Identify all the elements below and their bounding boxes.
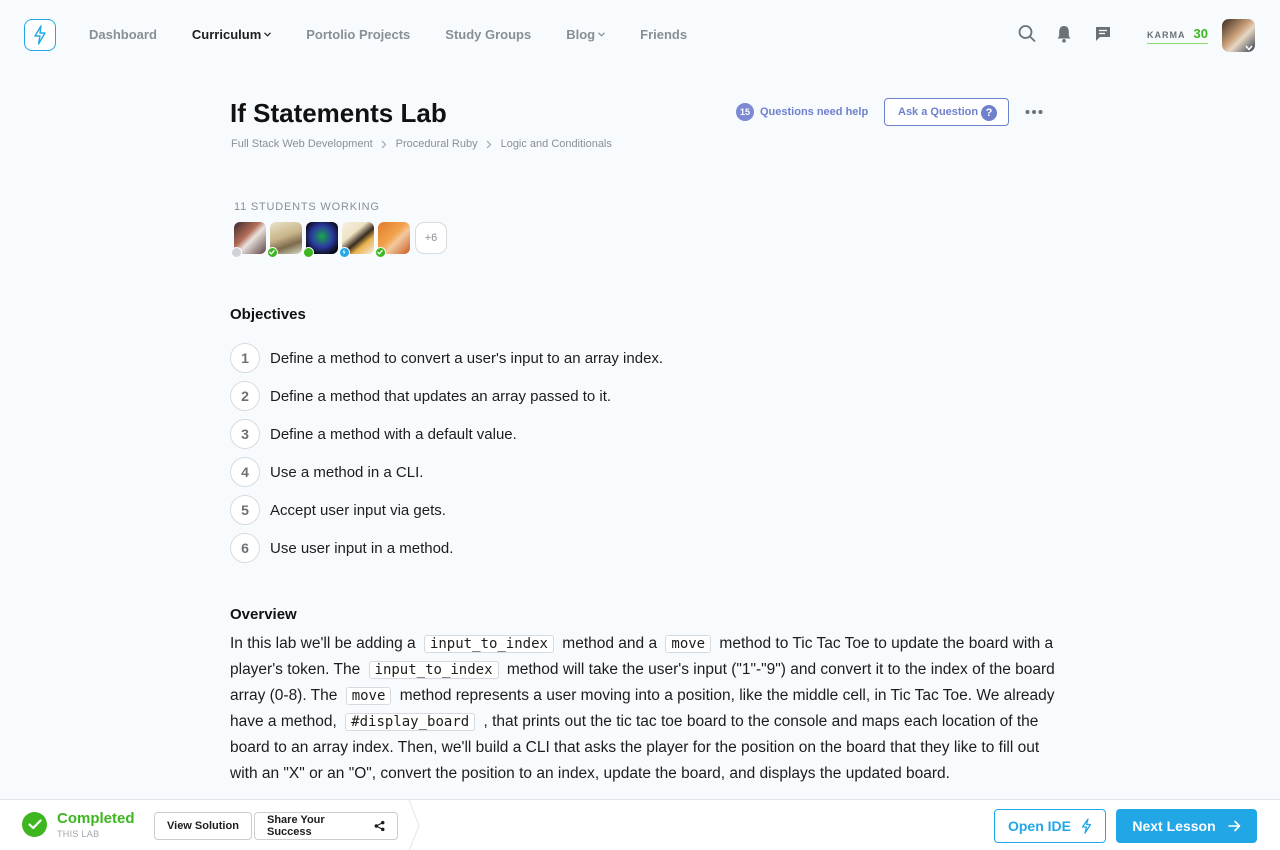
code-inline: #display_board (345, 713, 476, 731)
students-working-label: 11 STUDENTS WORKING (234, 201, 380, 213)
student-avatar[interactable] (231, 222, 266, 258)
overview-heading: Overview (230, 606, 297, 623)
more-options-icon[interactable] (1025, 103, 1043, 121)
student-avatar[interactable] (375, 222, 410, 258)
objective-text: Accept user input via gets. (270, 501, 446, 519)
breadcrumb-item[interactable]: Full Stack Web Development (231, 138, 373, 150)
status-dot (231, 247, 242, 258)
completion-status: Completed (57, 810, 135, 827)
ask-question-label: Ask a Question (898, 106, 979, 118)
karma-label: KARMA (1147, 30, 1186, 40)
user-avatar[interactable] (1222, 19, 1255, 52)
students-working-list: +6 (231, 222, 447, 258)
breadcrumb-item[interactable]: Logic and Conditionals (501, 138, 612, 150)
code-inline: move (665, 635, 712, 653)
objective-number: 1 (230, 343, 260, 373)
objective-number: 5 (230, 495, 260, 525)
nav-label: Friends (640, 27, 688, 42)
nav-curriculum[interactable]: Curriculum (191, 27, 272, 42)
view-solution-label: View Solution (167, 820, 239, 832)
lesson-footer-bar: Completed THIS LAB View Solution Share Y… (0, 799, 1280, 850)
open-ide-label: Open IDE (1007, 818, 1071, 834)
completion-status-sub: THIS LAB (57, 829, 100, 839)
next-lesson-button[interactable]: Next Lesson (1116, 809, 1257, 843)
overview-paragraph: In this lab we'll be adding a input_to_i… (230, 631, 1060, 800)
karma-value: 30 (1193, 26, 1208, 41)
chevron-right-icon (486, 140, 492, 149)
student-avatar[interactable] (339, 222, 374, 258)
bell-icon[interactable] (1056, 24, 1072, 44)
nav-label: Portolio Projects (306, 27, 411, 42)
page-title: If Statements Lab (230, 98, 447, 128)
code-inline: move (345, 687, 392, 705)
nav-label: Curriculum (191, 27, 262, 42)
list-item: 1 Define a method to convert a user's inp… (230, 339, 663, 377)
chevron-down-icon (264, 32, 272, 37)
overview-text: In this lab we'll be adding a (230, 635, 416, 652)
breadcrumb: Full Stack Web Development Procedural Ru… (231, 138, 612, 150)
more-students-button[interactable]: +6 (415, 222, 447, 254)
search-icon[interactable] (1018, 24, 1036, 44)
chevron-right-icon (381, 140, 387, 149)
check-circle-icon (22, 812, 47, 837)
objective-number: 2 (230, 381, 260, 411)
top-navigation: Dashboard Curriculum Portolio Projects S… (0, 0, 1280, 70)
open-ide-button[interactable]: Open IDE (994, 809, 1106, 843)
objective-text: Define a method with a default value. (270, 425, 517, 443)
nav-friends[interactable]: Friends (640, 27, 687, 42)
breadcrumb-item[interactable]: Procedural Ruby (396, 138, 478, 150)
objective-text: Define a method to convert a user's inpu… (270, 349, 664, 367)
check-icon (267, 247, 278, 258)
arrow-right-icon (1227, 820, 1240, 832)
share-icon (374, 820, 385, 832)
objective-number: 6 (230, 533, 260, 563)
list-item: 6 Use user input in a method. (230, 529, 663, 567)
ask-question-button[interactable]: Ask a Question ? (884, 98, 1009, 126)
list-item: 2 Define a method that updates an array p… (230, 377, 663, 415)
nav-study-groups[interactable]: Study Groups (445, 27, 531, 42)
nav-label: Dashboard (89, 27, 157, 42)
view-solution-button[interactable]: View Solution (154, 812, 252, 840)
nav-portfolio-projects[interactable]: Portolio Projects (306, 27, 410, 42)
student-avatar[interactable] (267, 222, 302, 258)
code-inline: input_to_index (368, 661, 499, 679)
objective-text: Use a method in a CLI. (270, 463, 424, 481)
objective-text: Define a method that updates an array pa… (270, 387, 612, 405)
chevron-down-icon (598, 32, 606, 37)
share-success-label: Share Your Success (267, 814, 325, 838)
list-item: 5 Accept user input via gets. (230, 491, 663, 529)
status-dot (303, 247, 314, 258)
question-mark-icon: ? (981, 105, 997, 121)
lightning-icon (34, 25, 46, 45)
nav-dashboard[interactable]: Dashboard (89, 27, 157, 42)
lightning-icon (1081, 818, 1092, 834)
objectives-list: 1 Define a method to convert a user's inp… (230, 339, 663, 567)
help-label: Questions need help (760, 106, 869, 118)
karma-score[interactable]: KARMA 30 (1147, 26, 1208, 44)
student-avatar[interactable] (303, 222, 338, 258)
chat-icon[interactable] (1094, 24, 1112, 44)
objective-number: 3 (230, 419, 260, 449)
code-inline: input_to_index (423, 635, 554, 653)
share-success-button[interactable]: Share Your Success (254, 812, 398, 840)
objectives-heading: Objectives (230, 306, 306, 323)
nav-label: Blog (566, 27, 596, 42)
nav-label: Study Groups (445, 27, 532, 42)
list-item: 4 Use a method in a CLI. (230, 453, 663, 491)
objective-text: Use user input in a method. (270, 539, 454, 557)
nav-blog[interactable]: Blog (566, 27, 606, 42)
objective-number: 4 (230, 457, 260, 487)
help-count-badge: 15 (736, 103, 754, 121)
status-dot (339, 247, 350, 258)
learn-logo[interactable] (24, 19, 56, 51)
overview-text: method and a (562, 635, 658, 652)
main-nav: Dashboard Curriculum Portolio Projects S… (89, 27, 722, 42)
footer-divider (408, 800, 420, 850)
questions-need-help-link[interactable]: 15 Questions need help (736, 103, 868, 121)
next-lesson-label: Next Lesson (1132, 818, 1216, 834)
list-item: 3 Define a method with a default value. (230, 415, 663, 453)
chevron-down-icon (1245, 45, 1253, 51)
check-icon (375, 247, 386, 258)
